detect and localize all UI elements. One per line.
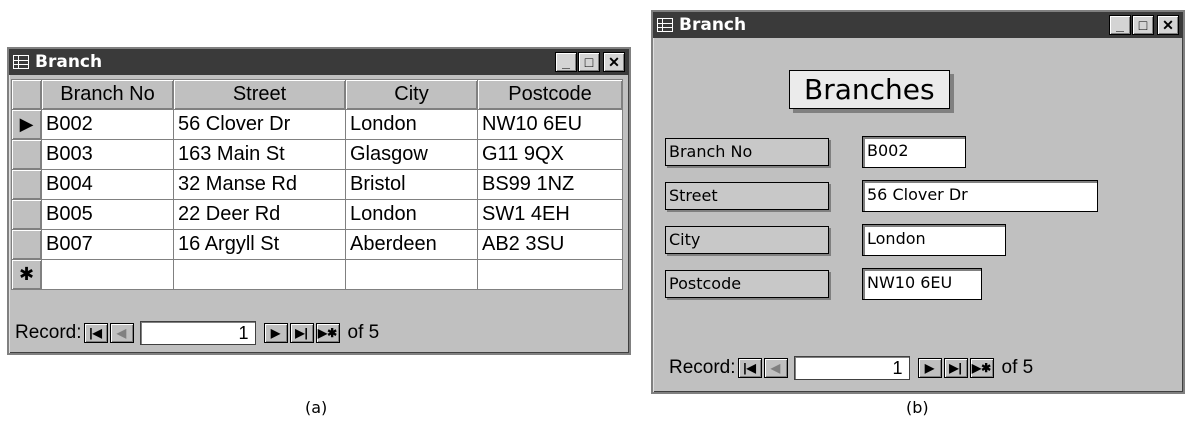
header-row: Branch No Street City Postcode (11, 79, 623, 110)
datasheet-window: Branch _ □ ✕ Branch No Street City Postc… (7, 47, 631, 355)
first-record-button[interactable]: |◀ (83, 323, 108, 343)
form-icon (657, 18, 673, 32)
cell[interactable]: Aberdeen (345, 229, 478, 260)
cell[interactable]: B005 (41, 199, 174, 230)
street-field[interactable]: 56 Clover Dr (862, 180, 1098, 212)
postcode-field[interactable]: NW10 6EU (862, 268, 982, 300)
cell[interactable]: London (345, 199, 478, 230)
minimize-button[interactable]: _ (1109, 15, 1131, 35)
table-row[interactable]: B004 32 Manse Rd Bristol BS99 1NZ (11, 169, 623, 200)
city-field[interactable]: London (862, 224, 1006, 256)
current-record-marker[interactable]: ▶ (11, 109, 42, 140)
cell[interactable]: B007 (41, 229, 174, 260)
minimize-button[interactable]: _ (555, 52, 577, 72)
column-header[interactable]: City (345, 79, 478, 110)
field-label-city: City (665, 226, 829, 254)
maximize-button[interactable]: □ (1132, 15, 1154, 35)
caption-b: (b) (906, 398, 929, 417)
record-count: of 5 (1001, 357, 1034, 378)
form-window: Branch _ □ ✕ Branches Branch No B002 Str… (651, 10, 1185, 394)
previous-record-button[interactable]: ◀ (109, 323, 134, 343)
cell[interactable]: 56 Clover Dr (173, 109, 346, 140)
cell[interactable]: 22 Deer Rd (173, 199, 346, 230)
record-count: of 5 (347, 322, 380, 343)
column-header[interactable]: Branch No (41, 79, 174, 110)
cell[interactable]: B004 (41, 169, 174, 200)
record-label: Record: (669, 357, 736, 378)
table-row[interactable]: B003 163 Main St Glasgow G11 9QX (11, 139, 623, 170)
cell[interactable]: B003 (41, 139, 174, 170)
cell[interactable]: 16 Argyll St (173, 229, 346, 260)
close-button[interactable]: ✕ (603, 52, 625, 72)
cell[interactable]: BS99 1NZ (477, 169, 623, 200)
new-record-row[interactable]: ✱ (11, 259, 623, 290)
cell[interactable] (345, 259, 478, 290)
cell[interactable]: SW1 4EH (477, 199, 623, 230)
next-record-button[interactable]: ▶ (263, 323, 288, 343)
new-record-button[interactable]: ▶✱ (315, 323, 340, 343)
select-all-corner[interactable] (11, 79, 42, 110)
cell[interactable]: 163 Main St (173, 139, 346, 170)
record-number-input[interactable]: 1 (139, 321, 256, 345)
row-selector[interactable] (11, 139, 42, 170)
form-titlebar[interactable]: Branch _ □ ✕ (653, 12, 1183, 38)
window-title: Branch (35, 52, 103, 72)
cell[interactable]: B002 (41, 109, 174, 140)
field-label-street: Street (665, 182, 829, 210)
record-label: Record: (15, 322, 82, 343)
maximize-button[interactable]: □ (578, 52, 600, 72)
cell[interactable]: G11 9QX (477, 139, 623, 170)
row-selector[interactable] (11, 199, 42, 230)
cell[interactable] (173, 259, 346, 290)
column-header[interactable]: Street (173, 79, 346, 110)
last-record-button[interactable]: ▶| (943, 358, 968, 378)
last-record-button[interactable]: ▶| (289, 323, 314, 343)
record-navigator: Record: |◀ ◀ 1 ▶ ▶| ▶✱ of 5 (669, 356, 1033, 380)
close-button[interactable]: ✕ (1157, 15, 1179, 35)
form-heading: Branches (789, 70, 950, 109)
cell[interactable]: 32 Manse Rd (173, 169, 346, 200)
row-selector[interactable] (11, 169, 42, 200)
first-record-button[interactable]: |◀ (737, 358, 762, 378)
datasheet-table: Branch No Street City Postcode ▶ B002 56… (11, 79, 623, 290)
row-selector[interactable] (11, 229, 42, 260)
table-icon (13, 55, 29, 69)
table-row[interactable]: B005 22 Deer Rd London SW1 4EH (11, 199, 623, 230)
record-number-input[interactable]: 1 (793, 356, 910, 380)
cell[interactable]: AB2 3SU (477, 229, 623, 260)
column-header[interactable]: Postcode (477, 79, 623, 110)
new-record-button[interactable]: ▶✱ (969, 358, 994, 378)
record-navigator: Record: |◀ ◀ 1 ▶ ▶| ▶✱ of 5 (15, 321, 379, 345)
table-row[interactable]: ▶ B002 56 Clover Dr London NW10 6EU (11, 109, 623, 140)
previous-record-button[interactable]: ◀ (763, 358, 788, 378)
branch-no-field[interactable]: B002 (862, 136, 966, 168)
cell[interactable]: NW10 6EU (477, 109, 623, 140)
field-label-postcode: Postcode (665, 270, 829, 298)
caption-a: (a) (305, 398, 328, 417)
table-row[interactable]: B007 16 Argyll St Aberdeen AB2 3SU (11, 229, 623, 260)
new-record-marker[interactable]: ✱ (11, 259, 42, 290)
window-title: Branch (679, 15, 747, 35)
cell[interactable]: Bristol (345, 169, 478, 200)
cell[interactable]: London (345, 109, 478, 140)
field-label-branch-no: Branch No (665, 138, 829, 166)
next-record-button[interactable]: ▶ (917, 358, 942, 378)
cell[interactable] (41, 259, 174, 290)
datasheet-titlebar[interactable]: Branch _ □ ✕ (9, 49, 629, 75)
cell[interactable] (477, 259, 623, 290)
cell[interactable]: Glasgow (345, 139, 478, 170)
